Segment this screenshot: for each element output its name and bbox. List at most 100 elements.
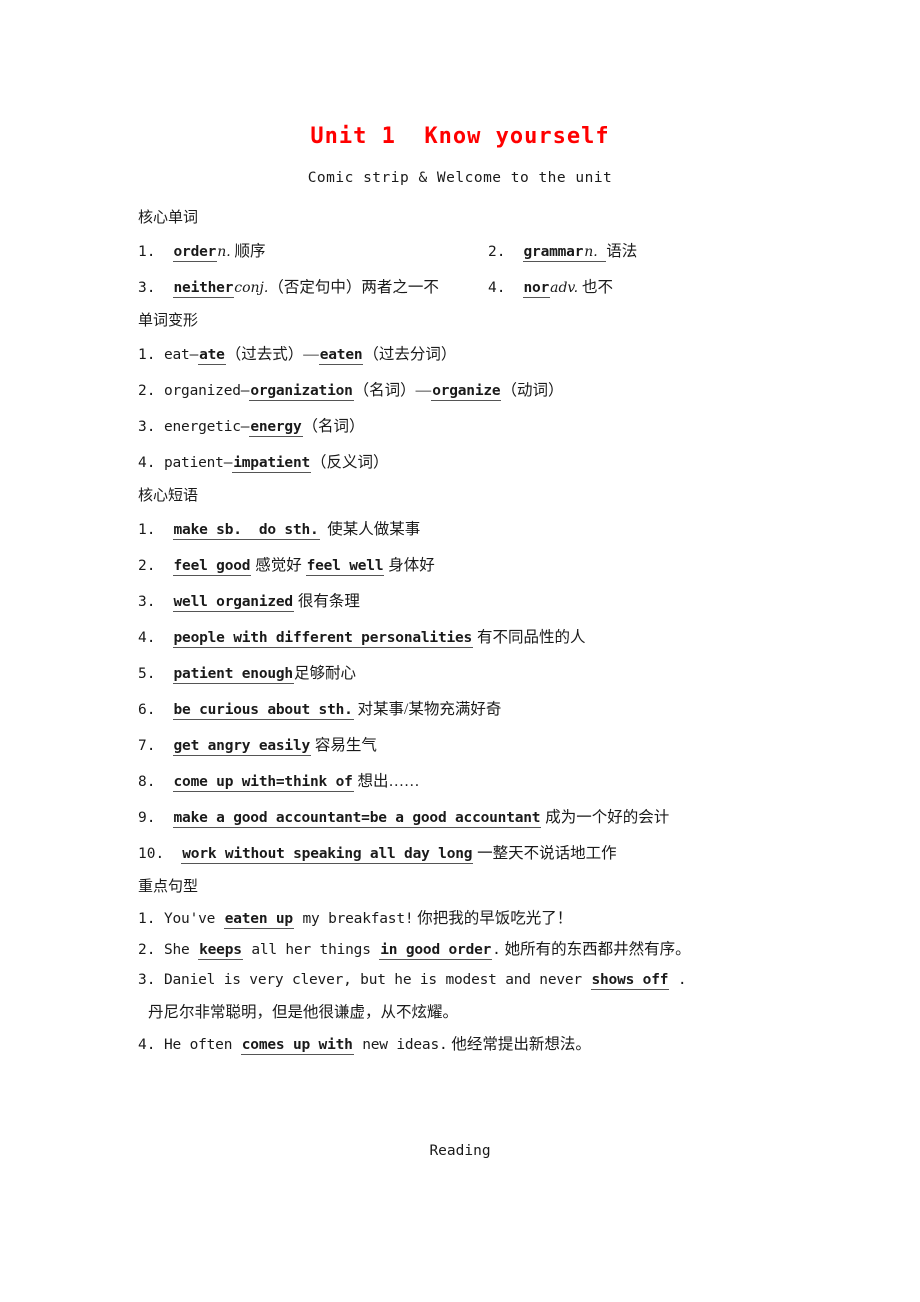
item-number: 4. — [138, 630, 156, 646]
core-words-row-2: 3. neitherconj.（否定句中）两者之一不 4. noradv. 也不 — [138, 270, 798, 306]
sentence-item: 2. She keeps all her things in good orde… — [138, 934, 798, 965]
sentence-pre: He often — [164, 1037, 233, 1053]
core-words-row-1: 1. ordern. 顺序 2. grammarn. 语法 — [138, 234, 798, 270]
answer-blank[interactable]: patient enough — [172, 666, 294, 684]
phrase-item: 7. get angry easily 容易生气 — [138, 728, 798, 764]
sentence-item: 3. Daniel is very clever, but he is mode… — [138, 965, 798, 996]
item-number: 2. — [488, 244, 506, 260]
phrase-item: 10. work without speaking all day long 一… — [138, 836, 798, 872]
part-of-speech: conj. — [234, 280, 269, 296]
section-heading-core-phrases: 核心短语 — [138, 488, 199, 504]
item-number: 10. — [138, 846, 165, 862]
part-of-speech: n. — [217, 244, 231, 260]
item-number: 3. — [138, 280, 156, 296]
page-title: Unit 1 Know yourself — [310, 124, 610, 149]
answer-blank[interactable]: make a good accountant=be a good account… — [172, 810, 542, 828]
gloss-text: 她所有的东西都井然有序。 — [504, 941, 691, 958]
sentence-pre: Daniel is very clever, but he is modest … — [164, 972, 582, 988]
answer-blank[interactable]: organization — [249, 383, 354, 401]
item-number: 3. — [138, 419, 156, 435]
answer-blank[interactable]: eaten up — [223, 911, 294, 929]
answer-blank[interactable]: impatient — [232, 455, 312, 473]
answer-blank[interactable]: well organized — [172, 594, 294, 612]
section-heading-core-words: 核心单词 — [138, 210, 199, 226]
part-of-speech: n. — [584, 244, 598, 260]
section-heading-word-forms: 单词变形 — [138, 313, 199, 329]
item-number: 3. — [138, 594, 156, 610]
item-number: 1. — [138, 347, 156, 363]
sentence-item: 4. He often comes up with new ideas. 他经常… — [138, 1029, 798, 1060]
sentence-post: . — [492, 942, 501, 958]
gloss-text: 感觉好 — [255, 557, 302, 574]
sentence-pre: You've — [164, 911, 216, 927]
form-tag: （动词） — [501, 382, 564, 399]
answer-blank[interactable]: neither — [172, 280, 235, 298]
gloss-text: 语法 — [606, 243, 638, 260]
item-number: 3. — [138, 972, 156, 988]
answer-blank[interactable]: feel good — [172, 558, 252, 576]
phrase-item: 2. feel good 感觉好 feel well 身体好 — [138, 548, 798, 584]
document-body: 核心单词 1. ordern. 顺序 2. grammarn. 语法 3. ne… — [138, 203, 798, 1060]
sentence-mid: my breakfast! — [302, 911, 414, 927]
gloss-text: 足够耐心 — [293, 665, 356, 682]
item-number: 2. — [138, 942, 156, 958]
gloss-text: 也不 — [582, 279, 614, 296]
answer-blank[interactable]: be curious about sth. — [172, 702, 354, 720]
item-number: 4. — [138, 455, 156, 471]
answer-blank-2[interactable]: in good order — [379, 942, 493, 960]
gloss-text: 想出…… — [357, 773, 420, 790]
gloss-text: 很有条理 — [297, 593, 360, 610]
sentence-mid: new ideas. — [362, 1037, 448, 1053]
word-item: 1. ordern. 顺序 — [138, 234, 488, 270]
sentence-translation: 丹尼尔非常聪明，但是他很谦虚，从不炫耀。 — [148, 1004, 459, 1021]
phrase-item: 6. be curious about sth. 对某事/某物充满好奇 — [138, 692, 798, 728]
word-form-item: 4. patient—impatient（反义词） — [138, 445, 798, 481]
answer-blank[interactable]: nor — [522, 280, 551, 298]
form-tag: （反义词） — [311, 454, 389, 471]
phrase-item: 3. well organized 很有条理 — [138, 584, 798, 620]
answer-blank[interactable]: energy — [249, 419, 303, 437]
answer-blank[interactable]: work without speaking all day long — [181, 846, 474, 864]
word-item: 4. noradv. 也不 — [488, 270, 798, 306]
page-subtitle: Comic strip & Welcome to the unit — [307, 170, 613, 186]
phrase-item: 4. people with different personalities 有… — [138, 620, 798, 656]
answer-blank[interactable]: make sb. do sth. — [172, 522, 320, 540]
answer-blank[interactable]: shows off — [590, 972, 670, 990]
answer-blank[interactable]: organize — [431, 383, 502, 401]
word-item: 2. grammarn. 语法 — [488, 234, 798, 270]
answer-blank[interactable]: come up with=think of — [172, 774, 354, 792]
page-footer: Reading — [429, 1143, 491, 1159]
form-tag: （过去式）— — [225, 346, 319, 363]
gloss-text-2: 身体好 — [388, 557, 435, 574]
answer-blank[interactable]: people with different personalities — [172, 630, 474, 648]
gloss-text: 顺序 — [234, 243, 266, 260]
word-form-item: 3. energetic—energy（名词） — [138, 409, 798, 445]
word-item: 3. neitherconj.（否定句中）两者之一不 — [138, 270, 488, 306]
answer-blank[interactable]: grammar — [523, 244, 585, 260]
gloss-text: 他经常提出新想法。 — [451, 1036, 591, 1053]
answer-blank-2[interactable]: feel well — [305, 558, 385, 576]
answer-blank[interactable]: keeps — [198, 942, 243, 960]
answer-blank[interactable]: eaten — [318, 347, 364, 365]
phrase-item: 8. come up with=think of 想出…… — [138, 764, 798, 800]
phrase-item: 1. make sb. do sth. 使某人做某事 — [138, 512, 798, 548]
item-number: 2. — [138, 383, 156, 399]
answer-blank[interactable]: comes up with — [240, 1037, 354, 1055]
document-page: Unit 1 Know yourself Comic strip & Welco… — [0, 0, 920, 1302]
item-number: 4. — [488, 280, 506, 296]
item-number: 8. — [138, 774, 156, 790]
answer-blank[interactable]: get angry easily — [172, 738, 312, 756]
answer-group: grammarn. — [522, 244, 607, 262]
gloss-text: 你把我的早饭吃光了！ — [417, 910, 573, 927]
form-tag: （过去分词） — [363, 346, 457, 363]
gloss-text: 对某事/某物充满好奇 — [357, 701, 502, 718]
gloss-text: 一整天不说话地工作 — [477, 845, 617, 862]
answer-blank[interactable]: ate — [198, 347, 226, 365]
answer-blank[interactable]: order — [172, 244, 218, 262]
phrase-item: 5. patient enough足够耐心 — [138, 656, 798, 692]
item-number: 1. — [138, 522, 156, 538]
phrase-item: 9. make a good accountant=be a good acco… — [138, 800, 798, 836]
item-number: 9. — [138, 810, 156, 826]
word-form-item: 1. eat—ate（过去式）—eaten（过去分词） — [138, 337, 798, 373]
item-number: 6. — [138, 702, 156, 718]
